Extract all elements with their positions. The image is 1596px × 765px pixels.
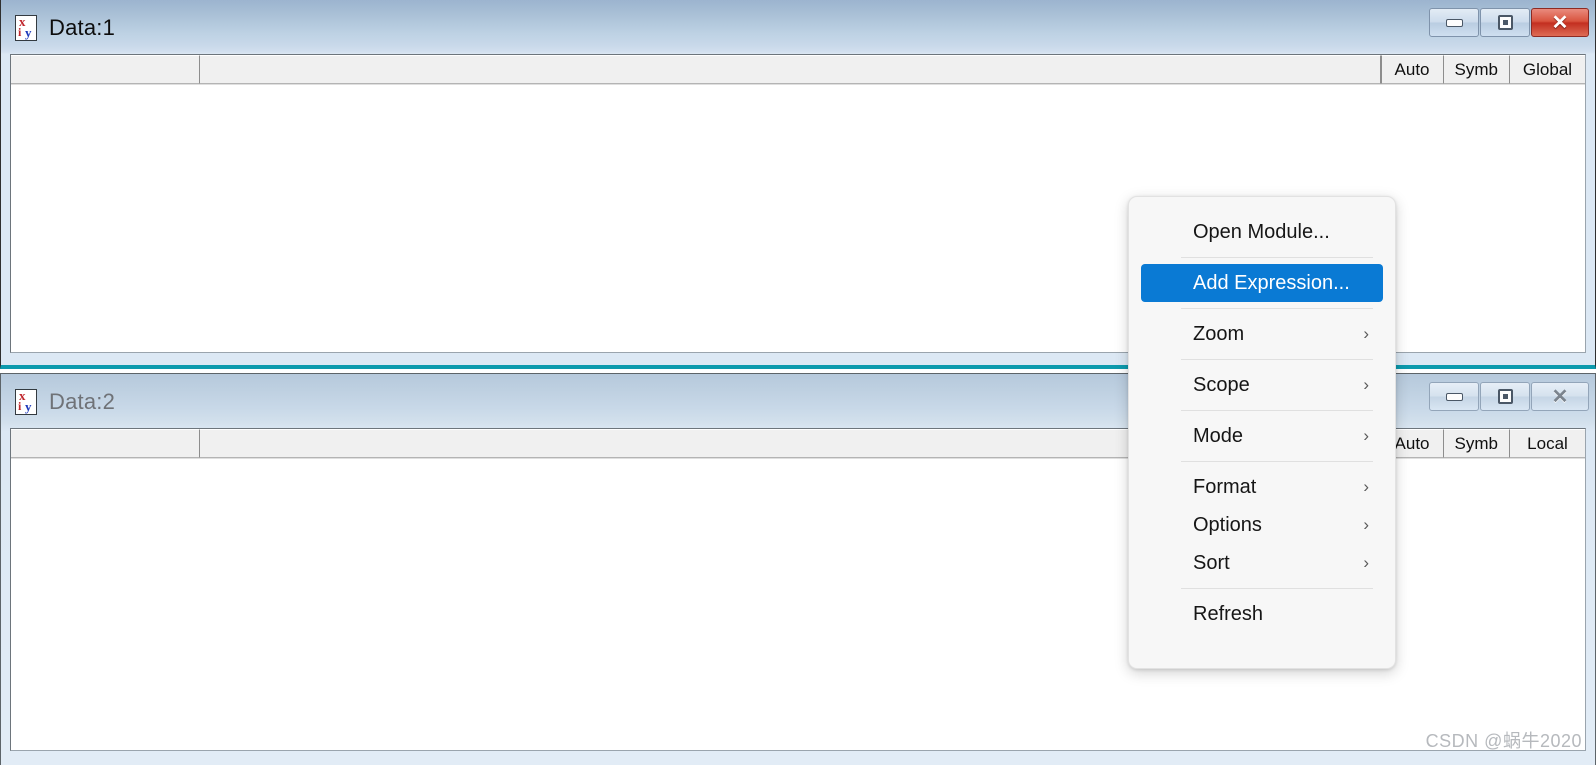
chevron-right-icon: › (1363, 375, 1369, 394)
menu-item-zoom[interactable]: Zoom › (1141, 315, 1383, 353)
restore-icon (1497, 15, 1513, 30)
minimize-button[interactable] (1429, 382, 1479, 411)
symb-button[interactable]: Symb (1442, 429, 1509, 458)
toolbar-buttons-data-1: Auto Symb Global (1380, 55, 1585, 84)
menu-item-label: Refresh (1193, 602, 1264, 625)
menu-item-sort[interactable]: Sort › (1141, 544, 1383, 582)
local-button[interactable]: Local (1509, 429, 1585, 458)
close-button[interactable]: ✕ (1531, 382, 1589, 411)
menu-separator (1181, 257, 1373, 258)
menu-item-label: Open Module... (1193, 220, 1330, 243)
icon-glyph-y: y (25, 25, 32, 40)
chevron-right-icon: › (1363, 553, 1369, 572)
icon-glyph-i: i (18, 399, 22, 413)
menu-item-add-expression[interactable]: Add Expression... (1141, 264, 1383, 302)
xy-variable-icon: x i y (15, 15, 37, 41)
window-controls-data-1: ✕ (1428, 8, 1589, 37)
restore-icon (1497, 389, 1513, 404)
menu-item-format[interactable]: Format › (1141, 468, 1383, 506)
titlebar-data-1[interactable]: x i y Data:1 ✕ (1, 0, 1595, 56)
close-icon: ✕ (1551, 11, 1569, 34)
global-button[interactable]: Global (1509, 55, 1585, 84)
toolbar-buttons-data-2: Auto Symb Local (1380, 429, 1585, 458)
menu-item-label: Format (1193, 475, 1257, 498)
icon-glyph-i: i (18, 25, 22, 39)
menu-separator (1181, 461, 1373, 462)
menu-item-mode[interactable]: Mode › (1141, 417, 1383, 455)
menu-item-label: Options (1193, 513, 1262, 536)
column-header-2[interactable] (200, 55, 1381, 84)
menu-item-open-module[interactable]: Open Module... (1141, 213, 1383, 251)
context-menu: Open Module... Add Expression... Zoom › Scop… (1128, 196, 1396, 669)
menu-item-label: Add Expression... (1193, 271, 1350, 294)
menu-item-label: Scope (1193, 373, 1250, 396)
menu-item-label: Sort (1193, 551, 1230, 574)
menu-item-options[interactable]: Options › (1141, 506, 1383, 544)
close-button[interactable]: ✕ (1531, 8, 1589, 37)
restore-button[interactable] (1480, 8, 1530, 37)
chevron-right-icon: › (1363, 515, 1369, 534)
menu-separator (1181, 308, 1373, 309)
window-title: Data:1 (49, 15, 116, 40)
column-header-1[interactable] (11, 55, 200, 84)
auto-button[interactable]: Auto (1380, 55, 1443, 84)
column-header-1[interactable] (11, 429, 200, 458)
menu-separator (1181, 410, 1373, 411)
chevron-right-icon: › (1363, 426, 1369, 445)
menu-item-label: Mode (1193, 424, 1244, 447)
close-icon: ✕ (1551, 385, 1569, 408)
chevron-right-icon: › (1363, 477, 1369, 496)
icon-glyph-y: y (25, 399, 32, 414)
menu-item-scope[interactable]: Scope › (1141, 366, 1383, 404)
minimize-icon (1445, 18, 1463, 27)
chevron-right-icon: › (1363, 324, 1369, 343)
menu-separator (1181, 359, 1373, 360)
menu-separator (1181, 588, 1373, 589)
window-title: Data:2 (49, 389, 116, 414)
menu-item-label: Zoom (1193, 322, 1245, 345)
app-root: x i y Data:1 ✕ Auto Symb Global x i y Da… (0, 0, 1596, 765)
menu-item-refresh[interactable]: Refresh (1141, 595, 1383, 633)
minimize-button[interactable] (1429, 8, 1479, 37)
minimize-icon (1445, 392, 1463, 401)
restore-button[interactable] (1480, 382, 1530, 411)
symb-button[interactable]: Symb (1442, 55, 1509, 84)
column-header-row-data-1: Auto Symb Global (11, 55, 1585, 85)
xy-variable-icon: x i y (15, 389, 37, 415)
watermark: CSDN @蜗牛2020 (1425, 731, 1582, 751)
window-controls-data-2: ✕ (1428, 382, 1589, 411)
